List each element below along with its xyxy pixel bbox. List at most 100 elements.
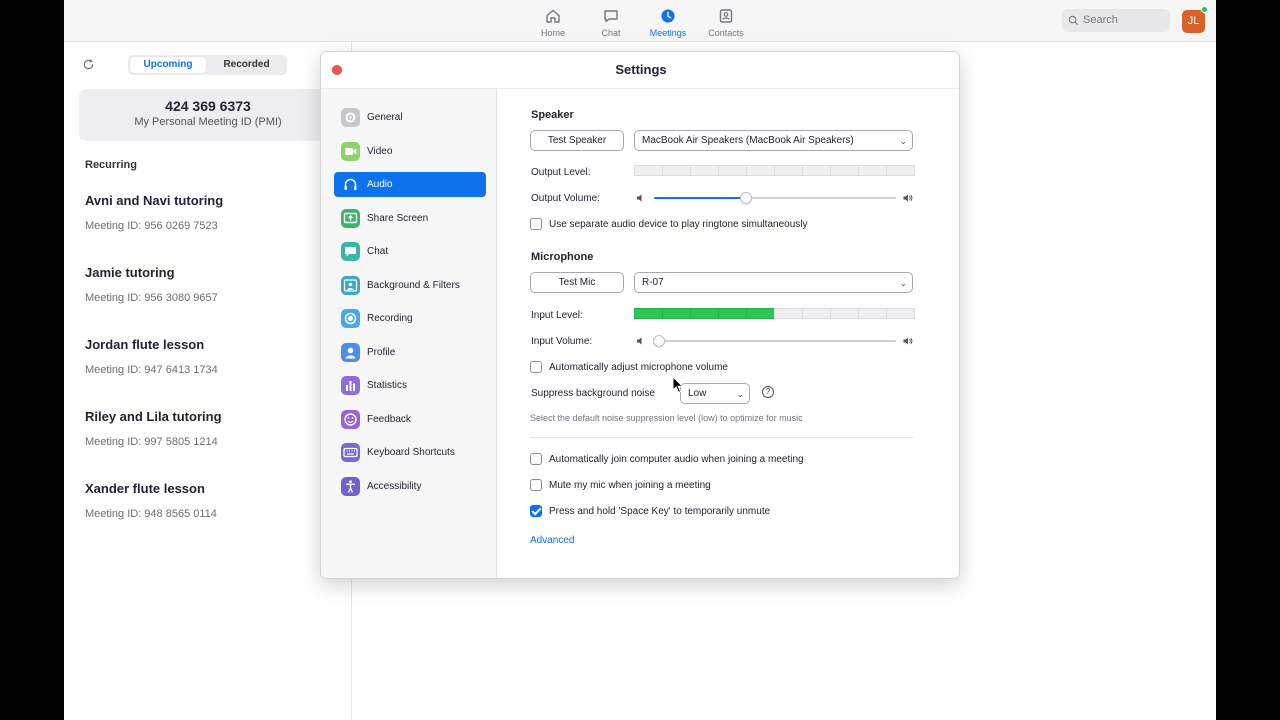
microphone-heading: Microphone [531, 251, 594, 263]
separate-device-checkbox[interactable] [530, 218, 542, 230]
input-volume-slider[interactable] [636, 335, 913, 347]
sidebar-item-recording[interactable]: Recording [334, 306, 486, 331]
level-segment [690, 308, 719, 319]
level-segment [662, 308, 691, 319]
settings-title: Settings [615, 62, 667, 77]
level-segment [802, 165, 831, 176]
level-segment [774, 308, 803, 319]
speaker-device-select[interactable]: MacBook Air Speakers (MacBook Air Speake… [634, 130, 913, 151]
nav-meetings[interactable]: Meetings [638, 6, 698, 40]
sidebar-item-label: Profile [367, 346, 396, 358]
share-screen-icon [341, 208, 360, 228]
personal-meeting-id-card[interactable]: 424 369 6373 My Personal Meeting ID (PMI… [79, 89, 337, 141]
meeting-item[interactable]: Xander flute lesson Meeting ID: 948 8565… [85, 481, 325, 520]
section-divider [530, 437, 913, 438]
section-heading-recurring: Recurring [85, 159, 137, 171]
nav-chat-label: Chat [601, 28, 621, 38]
settings-sidebar: General Video Audio Share Screen Chat Backgro… [321, 88, 497, 578]
level-segment [690, 165, 719, 176]
nav-home-label: Home [540, 28, 565, 38]
speaker-heading: Speaker [531, 109, 574, 121]
volume-low-icon [637, 337, 642, 345]
presence-status-dot [1201, 6, 1208, 13]
level-segment [802, 308, 831, 319]
output-level-label: Output Level: [531, 167, 591, 178]
input-volume-knob[interactable] [652, 335, 665, 347]
video-icon [341, 141, 360, 161]
output-volume-label: Output Volume: [531, 193, 600, 204]
nav-home[interactable]: Home [523, 6, 583, 40]
meetings-tab-control: Upcoming Recorded [128, 55, 287, 75]
nav-chat[interactable]: Chat [581, 6, 641, 40]
audio-settings-pane: Speaker Test Speaker MacBook Air Speaker… [497, 88, 959, 578]
chevron-down-icon: ⌄ [899, 136, 907, 146]
nav-contacts-label: Contacts [708, 28, 744, 38]
sidebar-item-label: Video [367, 145, 393, 157]
test-mic-button[interactable]: Test Mic [530, 272, 624, 293]
microphone-device-select[interactable]: R-07 ⌄ [634, 272, 913, 293]
test-speaker-button[interactable]: Test Speaker [530, 130, 624, 151]
chevron-down-icon: ⌄ [899, 278, 907, 288]
home-icon [546, 9, 560, 23]
avatar[interactable]: JL [1182, 10, 1205, 33]
sidebar-item-feedback[interactable]: Feedback [334, 407, 486, 432]
refresh-icon[interactable] [82, 58, 95, 71]
meeting-id: Meeting ID: 956 3080 9657 [85, 292, 218, 304]
meeting-item[interactable]: Jamie tutoring Meeting ID: 956 3080 9657 [85, 265, 325, 304]
search-input[interactable]: Search [1062, 9, 1170, 32]
sidebar-item-profile[interactable]: Profile [334, 340, 486, 365]
sidebar-item-keyboard-shortcuts[interactable]: Keyboard Shortcuts [334, 440, 486, 465]
smiley-icon [341, 409, 360, 429]
meeting-item[interactable]: Avni and Navi tutoring Meeting ID: 956 0… [85, 193, 325, 232]
advanced-link[interactable]: Advanced [530, 535, 574, 546]
sidebar-item-label: Feedback [367, 413, 411, 425]
sidebar-item-chat[interactable]: Chat [334, 239, 486, 264]
sidebar-item-label: Share Screen [367, 212, 429, 224]
tab-recorded[interactable]: Recorded [208, 57, 285, 73]
space-to-unmute-label: Press and hold 'Space Key' to temporaril… [549, 506, 771, 517]
sidebar-item-share-screen[interactable]: Share Screen [334, 206, 486, 231]
space-to-unmute-checkbox[interactable] [530, 505, 542, 517]
suppress-noise-hint: Select the default noise suppression lev… [530, 413, 803, 423]
meeting-title: Jamie tutoring [85, 265, 175, 280]
level-segment [746, 308, 775, 319]
nav-contacts[interactable]: Contacts [696, 6, 756, 40]
output-volume-knob[interactable] [739, 192, 752, 204]
meeting-item[interactable]: Jordan flute lesson Meeting ID: 947 6413… [85, 337, 325, 376]
sidebar-item-statistics[interactable]: Statistics [334, 373, 486, 398]
level-segment [774, 165, 803, 176]
sidebar-item-audio[interactable]: Audio [334, 172, 486, 197]
sidebar-item-label: Background & Filters [367, 279, 460, 291]
sidebar-item-background-filters[interactable]: Background & Filters [334, 273, 486, 298]
chat-bubble-icon [341, 242, 360, 261]
auto-adjust-mic-checkbox[interactable] [530, 361, 542, 373]
zoom-app-window: Home Chat Meetings Contacts Search JL Up… [64, 0, 1216, 720]
level-segment [858, 308, 887, 319]
level-segment [886, 165, 915, 176]
top-nav-bar: Home Chat Meetings Contacts Search JL [64, 0, 1216, 42]
keyboard-icon [341, 443, 360, 462]
search-placeholder: Search [1083, 14, 1118, 26]
mute-on-join-label: Mute my mic when joining a meeting [549, 480, 711, 491]
volume-high-icon [903, 337, 913, 345]
auto-join-audio-checkbox[interactable] [530, 453, 542, 465]
pmi-number: 424 369 6373 [165, 98, 251, 114]
chat-icon [604, 10, 618, 23]
sidebar-item-general[interactable]: General [334, 105, 486, 130]
level-segment [746, 165, 775, 176]
sidebar-item-label: Statistics [367, 380, 408, 391]
sidebar-item-accessibility[interactable]: Accessibility [334, 474, 486, 499]
auto-join-audio-label: Automatically join computer audio when j… [549, 454, 804, 465]
meeting-item[interactable]: Riley and Lila tutoring Meeting ID: 997 … [85, 409, 325, 448]
help-icon[interactable]: ? [762, 386, 774, 398]
level-segment [718, 308, 747, 319]
output-volume-slider[interactable] [636, 192, 913, 204]
input-level-meter [634, 308, 915, 319]
tab-upcoming[interactable]: Upcoming [130, 57, 206, 73]
suppress-noise-select[interactable]: Low ⌄ [680, 383, 750, 404]
input-level-label: Input Level: [531, 310, 583, 321]
mute-on-join-checkbox[interactable] [530, 479, 542, 491]
sidebar-item-video[interactable]: Video [334, 139, 486, 164]
sidebar-item-label: Recording [367, 313, 413, 324]
nav-meetings-label: Meetings [649, 28, 687, 38]
